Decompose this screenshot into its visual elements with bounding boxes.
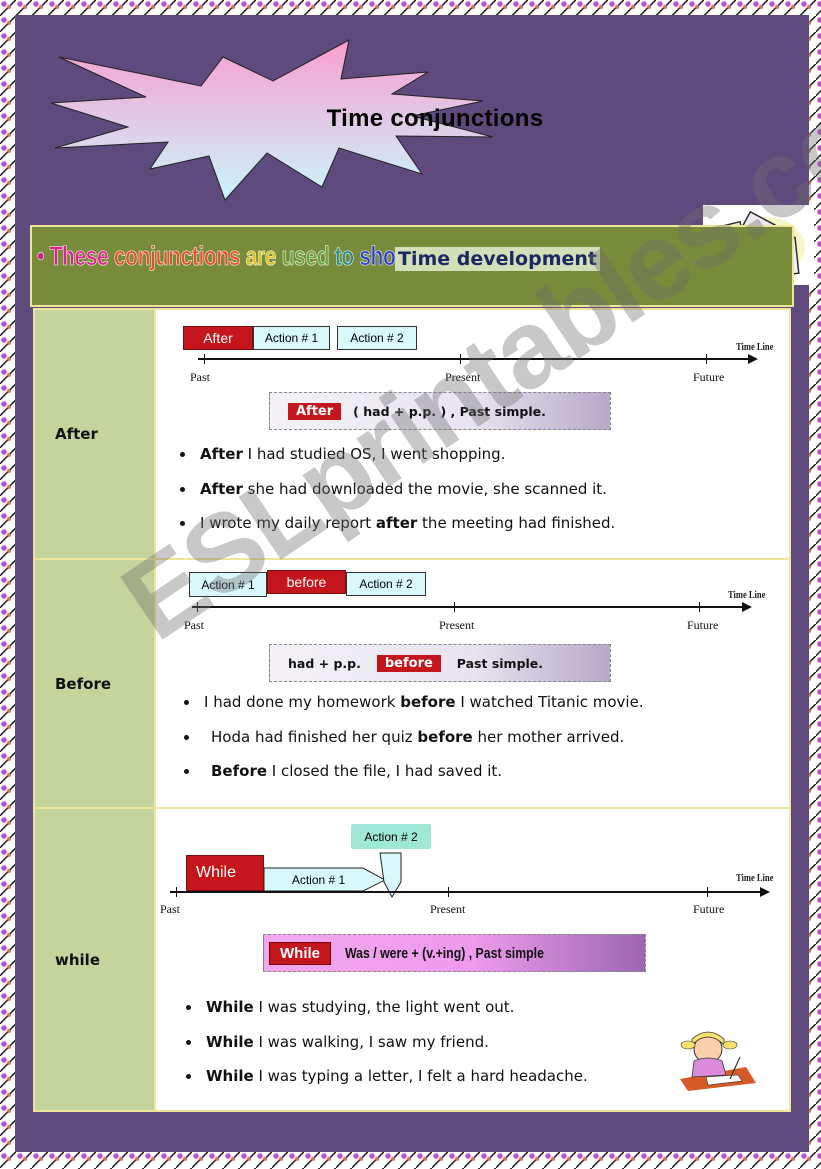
label-future: Future	[693, 370, 725, 384]
intro-wordart: • These conjunctions are used to show	[37, 241, 412, 272]
before-formula: had + p.p. before Past simple.	[269, 644, 611, 682]
intro-word: used	[281, 241, 335, 272]
timeline-axis	[192, 606, 742, 608]
timeline-axis	[170, 891, 762, 893]
action-2-box: Action # 2	[351, 824, 431, 849]
section-content: Action # 1 before Action # 2 Time Line P…	[156, 560, 789, 807]
formula-text: ( had + p.p. ) , Past simple.	[353, 403, 546, 419]
example-item: I wrote my daily report after the meetin…	[196, 514, 615, 532]
section-content: After Action # 1 Action # 2 Time Line Pa…	[156, 310, 789, 558]
intro-word: These	[49, 241, 114, 272]
tick-past	[204, 354, 205, 364]
intro-word: conjunctions	[113, 241, 246, 272]
formula-tag: before	[376, 654, 441, 672]
time-development-label: Time development	[395, 247, 600, 271]
intro-word: are	[245, 241, 282, 272]
after-box: After	[183, 326, 253, 350]
action-1-box: Action # 1	[253, 326, 330, 350]
action-1-box: Action # 1	[291, 873, 346, 887]
before-box: before	[267, 570, 346, 594]
while-box: While	[186, 855, 264, 891]
timeline-arrow-icon	[760, 887, 770, 897]
while-examples: While I was studying, the light went out…	[182, 998, 588, 1102]
action-1-box: Action # 1	[189, 572, 267, 597]
intro-word: •	[37, 241, 50, 272]
label-present: Present	[430, 902, 466, 916]
conjunction-table: After After Action # 1 Action # 2 Time L…	[33, 308, 791, 1112]
tick-past	[176, 887, 177, 897]
formula-text: Past simple.	[456, 655, 544, 671]
girl-writing-illustration	[680, 1031, 756, 1091]
intro-banner: • These conjunctions are used to show Ti…	[30, 225, 794, 307]
tick-present	[454, 602, 455, 612]
after-formula: After ( had + p.p. ) , Past simple.	[269, 392, 611, 430]
timeline-title: Time Line	[736, 873, 774, 884]
section-before: Before Action # 1 before Action # 2 Time…	[35, 560, 789, 809]
example-item: Before I closed the file, I had saved it…	[200, 762, 644, 780]
timeline-axis	[198, 358, 748, 360]
page-title: Time conjunctions	[326, 105, 544, 132]
label-present: Present	[445, 370, 481, 384]
example-item: After I had studied OS, I went shopping.	[196, 445, 615, 463]
label-past: Past	[184, 618, 205, 632]
while-formula: While Was / were + (v.+ing) , Past simpl…	[263, 934, 646, 972]
after-examples: After I had studied OS, I went shopping.…	[176, 445, 615, 549]
label-present: Present	[439, 618, 475, 632]
example-item: While I was walking, I saw my friend.	[202, 1033, 588, 1051]
section-label: while	[35, 809, 156, 1110]
timeline-title: Time Line	[736, 342, 774, 353]
example-item: I had done my homework before I watched …	[200, 693, 644, 711]
tick-future	[699, 602, 700, 612]
timeline-arrow-icon	[742, 602, 752, 612]
action-2-box: Action # 2	[337, 326, 417, 350]
formula-tag: While	[269, 941, 331, 965]
formula-text: Was / were + (v.+ing) , Past simple	[345, 944, 544, 962]
tick-future	[706, 354, 707, 364]
section-after: After After Action # 1 Action # 2 Time L…	[35, 310, 789, 560]
before-examples: I had done my homework before I watched …	[180, 693, 644, 797]
tick-past	[197, 602, 198, 612]
tick-present	[460, 354, 461, 364]
formula-tag: After	[288, 402, 342, 420]
timeline-title: Time Line	[728, 590, 766, 601]
label-future: Future	[687, 618, 719, 632]
section-while: while While Action # 1 Action # 2 Time L…	[35, 809, 789, 1110]
tick-future	[707, 887, 708, 897]
example-item: After she had downloaded the movie, she …	[196, 480, 615, 498]
section-label: Before	[35, 560, 156, 807]
example-item: While I was studying, the light went out…	[202, 998, 588, 1016]
timeline-arrow-icon	[748, 354, 758, 364]
tick-present	[448, 887, 449, 897]
formula-pre: had + p.p.	[288, 655, 361, 671]
example-item: While I was typing a letter, I felt a ha…	[202, 1067, 588, 1085]
section-content: While Action # 1 Action # 2 Time Line Pa…	[156, 809, 789, 1110]
label-past: Past	[190, 370, 211, 384]
action-2-box: Action # 2	[346, 572, 426, 596]
label-future: Future	[693, 902, 725, 916]
section-label: After	[35, 310, 156, 558]
example-item: Hoda had finished her quiz before her mo…	[200, 728, 644, 746]
label-past: Past	[160, 902, 181, 916]
intro-word: to	[334, 241, 360, 272]
